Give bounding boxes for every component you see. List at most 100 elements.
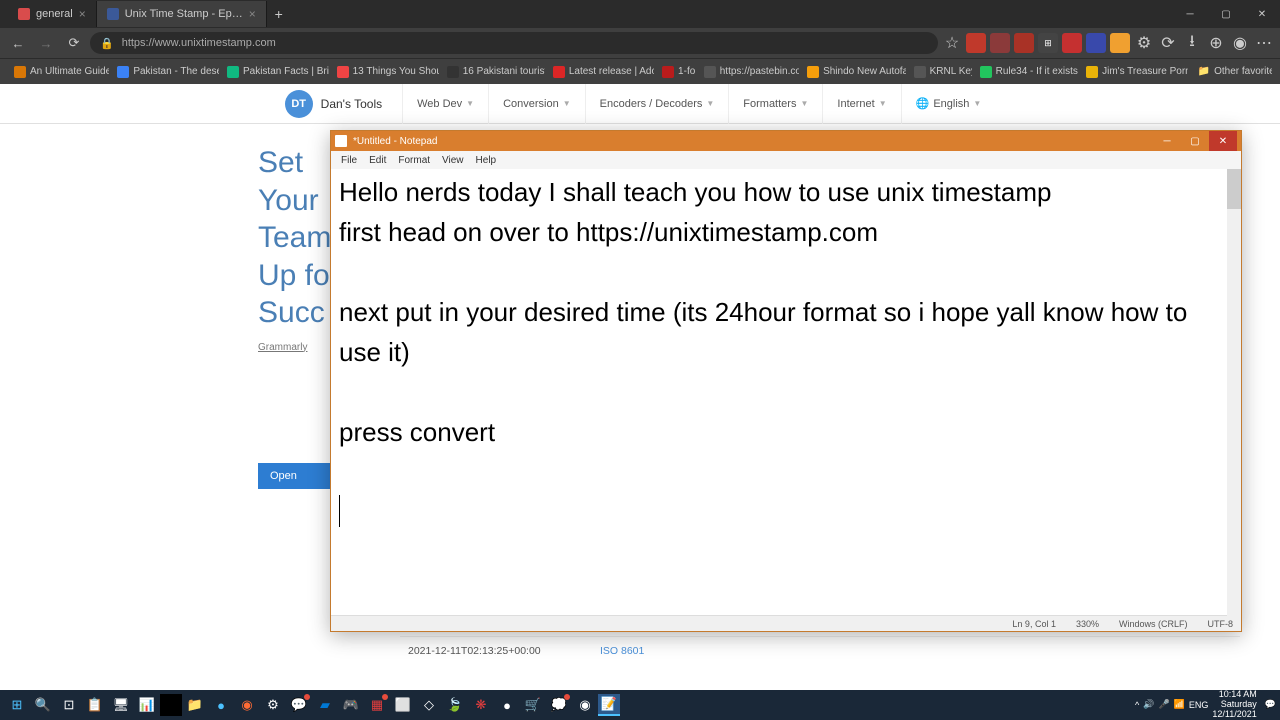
taskbar-app[interactable]: ⬜	[390, 692, 416, 718]
other-favorites[interactable]: 📁Other favorites	[1192, 61, 1272, 83]
bookmark[interactable]: Jim's Treasure Porn…	[1080, 61, 1188, 83]
tray-notifications-icon[interactable]: 💬	[1265, 699, 1276, 710]
menu-lang[interactable]: 🌐English▼	[901, 84, 996, 124]
tray-clock[interactable]: 10:14 AM Saturday 12/11/2021	[1212, 690, 1260, 720]
search-button[interactable]: 🔍	[30, 692, 56, 718]
bookmark[interactable]: Pakistan Facts | Brit…	[221, 61, 329, 83]
url-text: https://www.unixtimestamp.com	[122, 37, 276, 49]
extension-icon[interactable]: ⚙	[1134, 33, 1154, 53]
menu-formatters[interactable]: Formatters▼	[728, 84, 822, 124]
taskbar-app[interactable]: 🖥	[108, 692, 134, 718]
notepad-titlebar[interactable]: *Untitled - Notepad ─ ▢ ✕	[331, 131, 1241, 151]
bookmark[interactable]: KRNL Key	[908, 61, 972, 83]
back-button[interactable]: ←	[6, 31, 30, 55]
menu-edit[interactable]: Edit	[363, 155, 392, 166]
extension-icon[interactable]	[1110, 33, 1130, 53]
extension-icon[interactable]	[1014, 33, 1034, 53]
new-tab-button[interactable]: +	[267, 6, 291, 22]
taskbar-app[interactable]: 🍃	[442, 692, 468, 718]
menu-conversion[interactable]: Conversion▼	[488, 84, 585, 124]
taskbar-app[interactable]: ◉	[572, 692, 598, 718]
scrollbar-thumb[interactable]	[1227, 169, 1241, 209]
url-input[interactable]: 🔒 https://www.unixtimestamp.com	[90, 32, 938, 54]
taskbar-app[interactable]	[160, 694, 182, 716]
bookmark[interactable]: Shindo New Autofa…	[801, 61, 906, 83]
collections-icon[interactable]: ⊕	[1206, 33, 1226, 53]
taskbar-app[interactable]: ⚙	[260, 692, 286, 718]
close-button[interactable]: ✕	[1244, 0, 1280, 28]
taskbar-app[interactable]: 📋	[82, 692, 108, 718]
menu-encoders[interactable]: Encoders / Decoders▼	[585, 84, 729, 124]
notepad-textarea[interactable]: Hello nerds today I shall teach you how …	[331, 169, 1241, 615]
extension-icon[interactable]	[1062, 33, 1082, 53]
menu-webdev[interactable]: Web Dev▼	[402, 84, 488, 124]
taskbar-app[interactable]: ◇	[416, 692, 442, 718]
bookmark[interactable]: 1-fo	[656, 61, 696, 83]
bookmark[interactable]: Pakistan - The dese…	[111, 61, 219, 83]
extension-icon[interactable]	[990, 33, 1010, 53]
browser-tab[interactable]: general ×	[8, 1, 97, 27]
site-logo[interactable]: DT Dan's Tools	[285, 90, 382, 118]
bookmarks-bar: An Ultimate Guide… Pakistan - The dese… …	[0, 58, 1280, 84]
maximize-button[interactable]: ▢	[1181, 131, 1209, 151]
bookmark[interactable]: 13 Things You Shou…	[331, 61, 439, 83]
taskbar-app[interactable]: ▦	[364, 692, 390, 718]
menu-view[interactable]: View	[436, 155, 470, 166]
maximize-button[interactable]: ▢	[1208, 0, 1244, 28]
tray-volume-icon[interactable]: 🔊	[1143, 699, 1154, 710]
menu-icon[interactable]: ⋯	[1254, 33, 1274, 53]
bookmark[interactable]: https://pastebin.co…	[698, 61, 799, 83]
logo-icon: DT	[285, 90, 313, 118]
minimize-button[interactable]: ─	[1172, 0, 1208, 28]
menu-internet[interactable]: Internet▼	[822, 84, 900, 124]
close-button[interactable]: ✕	[1209, 131, 1237, 151]
menu-format[interactable]: Format	[392, 155, 436, 166]
tab-bar: general × Unix Time Stamp - Epoch Conve …	[0, 0, 1280, 28]
taskbar-app[interactable]: ▰	[312, 692, 338, 718]
menu-help[interactable]: Help	[470, 155, 503, 166]
bookmark[interactable]: Rule34 - If it exists,…	[974, 61, 1079, 83]
download-icon[interactable]: ⭳	[1182, 33, 1202, 53]
scrollbar[interactable]	[1227, 169, 1241, 617]
taskbar-app[interactable]: 💬	[286, 692, 312, 718]
notepad-title: *Untitled - Notepad	[353, 136, 1153, 147]
status-encoding: Windows (CRLF)	[1119, 619, 1188, 629]
tab-title: general	[36, 8, 73, 20]
start-button[interactable]: ⊞	[4, 692, 30, 718]
taskbar-app[interactable]: ❋	[468, 692, 494, 718]
tray-wifi-icon[interactable]: 📶	[1174, 699, 1185, 710]
favorite-icon[interactable]: ☆	[942, 33, 962, 53]
taskview-button[interactable]: ⊡	[56, 692, 82, 718]
taskbar-app[interactable]: 📁	[182, 692, 208, 718]
bookmark[interactable]: Latest release | Ado…	[547, 61, 654, 83]
profile-icon[interactable]: ◉	[1230, 33, 1250, 53]
tray-mic-icon[interactable]: 🎤	[1158, 699, 1169, 710]
minimize-button[interactable]: ─	[1153, 131, 1181, 151]
extension-icon[interactable]: ⟳	[1158, 33, 1178, 53]
extension-icon[interactable]	[966, 33, 986, 53]
logo-text: Dan's Tools	[321, 97, 382, 111]
close-icon[interactable]: ×	[249, 7, 256, 21]
bookmark[interactable]: An Ultimate Guide…	[8, 61, 109, 83]
extension-icon[interactable]: ⊞	[1038, 33, 1058, 53]
taskbar-app[interactable]: 🎮	[338, 692, 364, 718]
taskbar-app[interactable]: 💭	[546, 692, 572, 718]
menu-file[interactable]: File	[335, 155, 363, 166]
taskbar-app[interactable]: 🛒	[520, 692, 546, 718]
extension-icon[interactable]	[1086, 33, 1106, 53]
taskbar-notepad[interactable]: 📝	[598, 694, 620, 716]
cell-format[interactable]: ISO 8601	[600, 645, 644, 657]
forward-button[interactable]: →	[34, 31, 58, 55]
status-zoom: 330%	[1076, 619, 1099, 629]
taskbar-app[interactable]: ●	[494, 692, 520, 718]
browser-tab[interactable]: Unix Time Stamp - Epoch Conve ×	[97, 1, 267, 27]
taskbar-app[interactable]: 📊	[134, 692, 160, 718]
taskbar-app[interactable]: ●	[208, 692, 234, 718]
open-button[interactable]: Open	[258, 463, 334, 489]
close-icon[interactable]: ×	[79, 7, 86, 21]
tray-chevron-icon[interactable]: ^	[1135, 700, 1139, 710]
taskbar-app[interactable]: ◉	[234, 692, 260, 718]
bookmark[interactable]: 16 Pakistani tourist…	[441, 61, 545, 83]
refresh-button[interactable]: ⟳	[62, 31, 86, 55]
tray-lang[interactable]: ENG	[1189, 700, 1209, 710]
